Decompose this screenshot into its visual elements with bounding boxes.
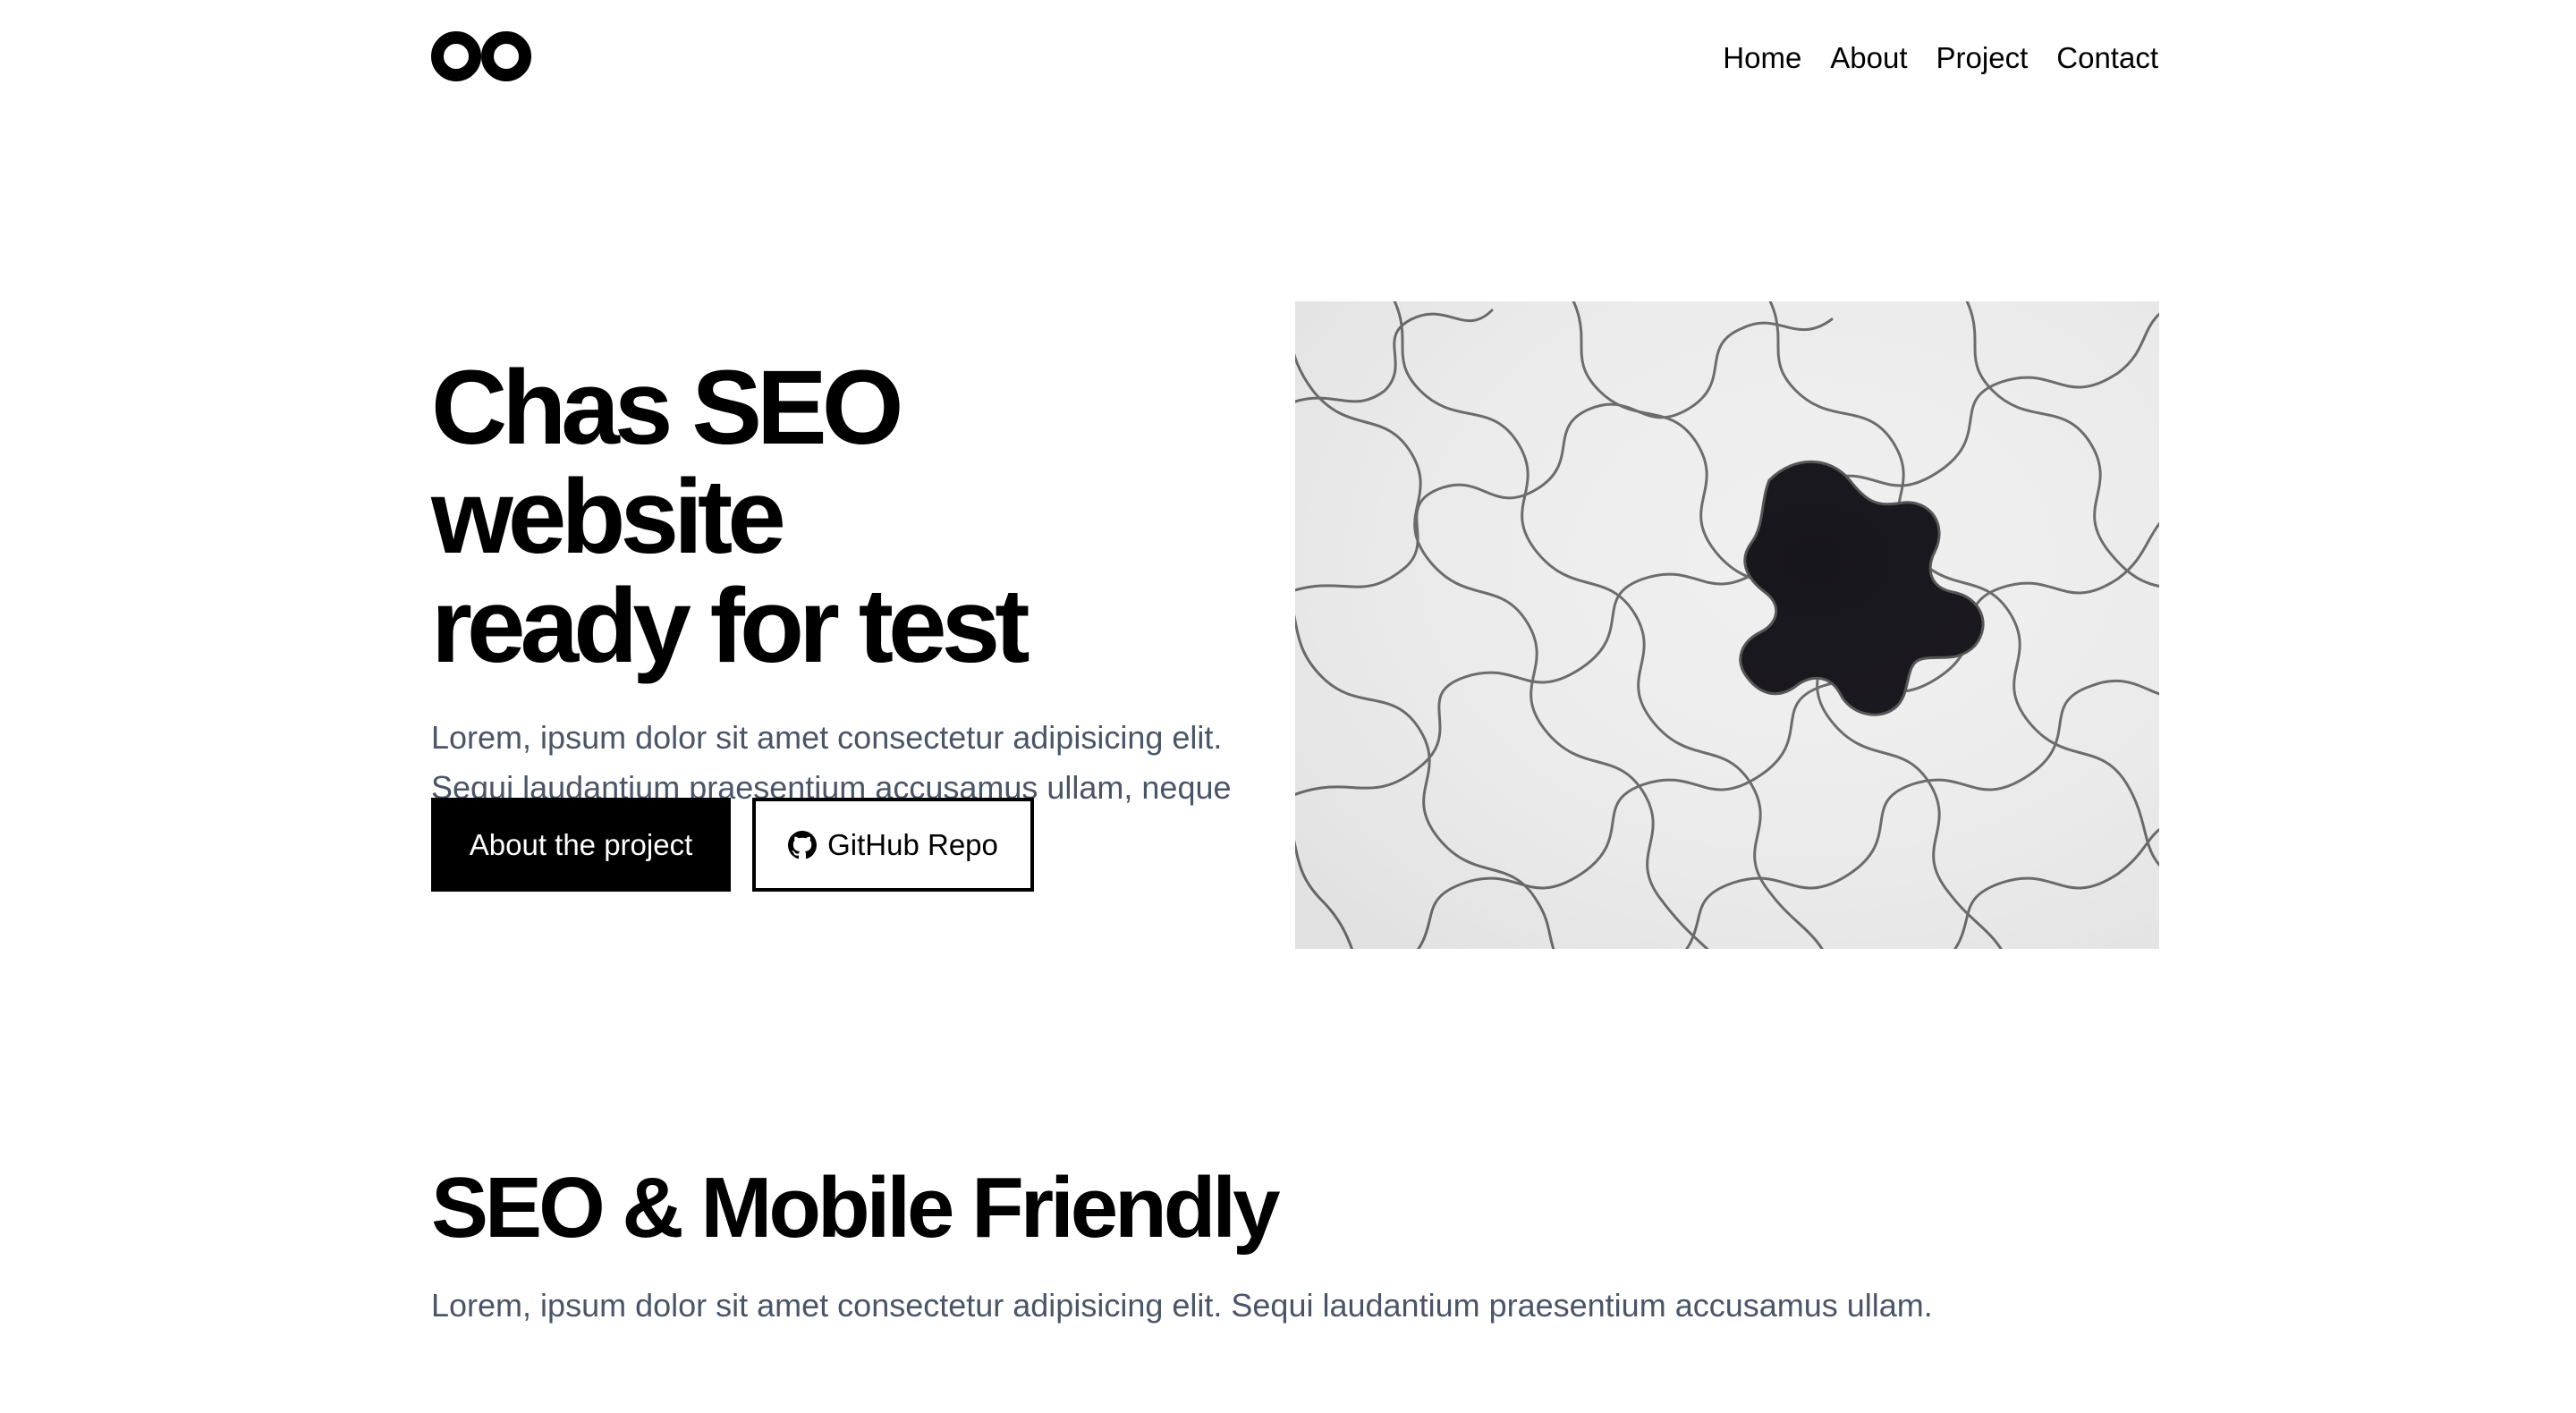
hero-title-line-1: Chas SEO website <box>431 349 904 576</box>
page: Home About Project Contact Chas SEO webs… <box>0 0 2576 1413</box>
puzzle-image <box>1295 301 2159 949</box>
about-project-button[interactable]: About the project <box>431 798 731 892</box>
nav-project-link[interactable]: Project <box>1936 36 2029 80</box>
features-description: Lorem, ipsum dolor sit amet consectetur … <box>431 1287 1933 1324</box>
main-nav: Home About Project Contact <box>1723 36 2158 80</box>
github-repo-label: GitHub Repo <box>827 827 998 861</box>
hero-buttons: About the project GitHub Repo <box>431 798 1034 892</box>
features-title: SEO & Mobile Friendly <box>431 1160 1280 1256</box>
github-repo-button[interactable]: GitHub Repo <box>752 798 1034 892</box>
hero-title: Chas SEO website ready for test <box>431 353 1272 681</box>
nav-about-link[interactable]: About <box>1830 36 1907 80</box>
nav-contact-link[interactable]: Contact <box>2056 36 2158 80</box>
nav-home-link[interactable]: Home <box>1723 36 1801 80</box>
infinity-logo-icon[interactable] <box>431 27 531 86</box>
github-icon <box>788 830 818 859</box>
hero-text: Chas SEO website ready for test Lorem, i… <box>431 353 1272 863</box>
hero-title-line-2: ready for test <box>431 567 1030 685</box>
